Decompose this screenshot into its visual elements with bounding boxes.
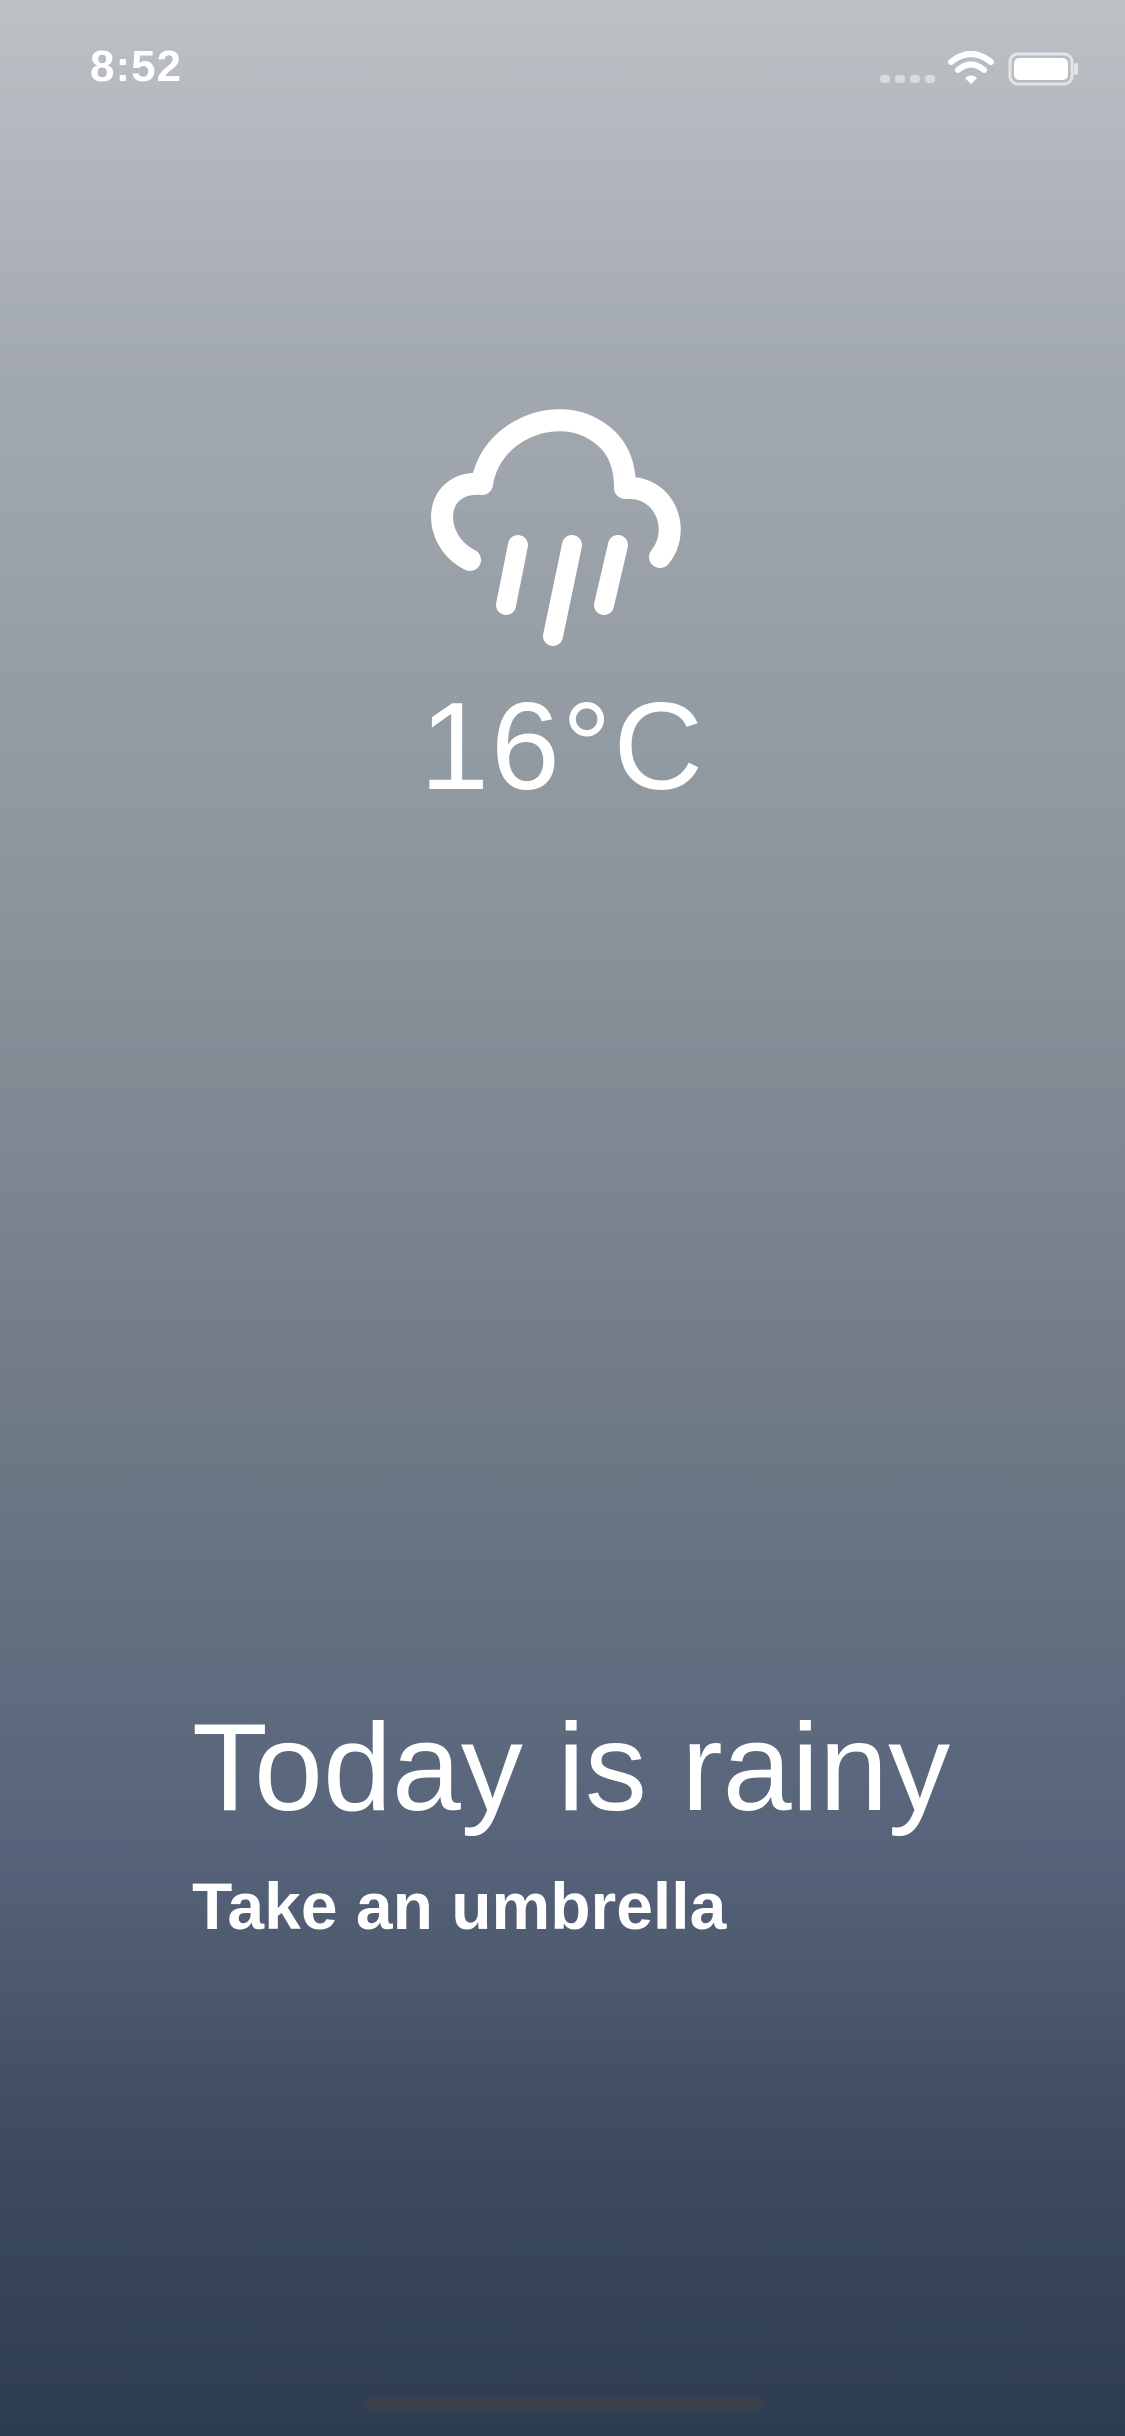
status-time: 8:52	[90, 42, 183, 91]
home-indicator[interactable]	[364, 2397, 764, 2411]
weather-summary: 16°C	[0, 400, 1125, 820]
battery-icon	[1008, 52, 1078, 86]
wifi-icon	[948, 51, 994, 84]
cellular-signal-icon	[880, 75, 935, 83]
temperature-value: 16°C	[419, 678, 706, 816]
forecast-message: Today is rainy Take an umbrella	[192, 1700, 1092, 1944]
status-bar: 8:52	[0, 0, 1125, 140]
forecast-advice: Take an umbrella	[192, 1869, 727, 1944]
forecast-headline: Today is rainy	[192, 1699, 951, 1837]
cloud-rain-icon	[431, 409, 681, 646]
